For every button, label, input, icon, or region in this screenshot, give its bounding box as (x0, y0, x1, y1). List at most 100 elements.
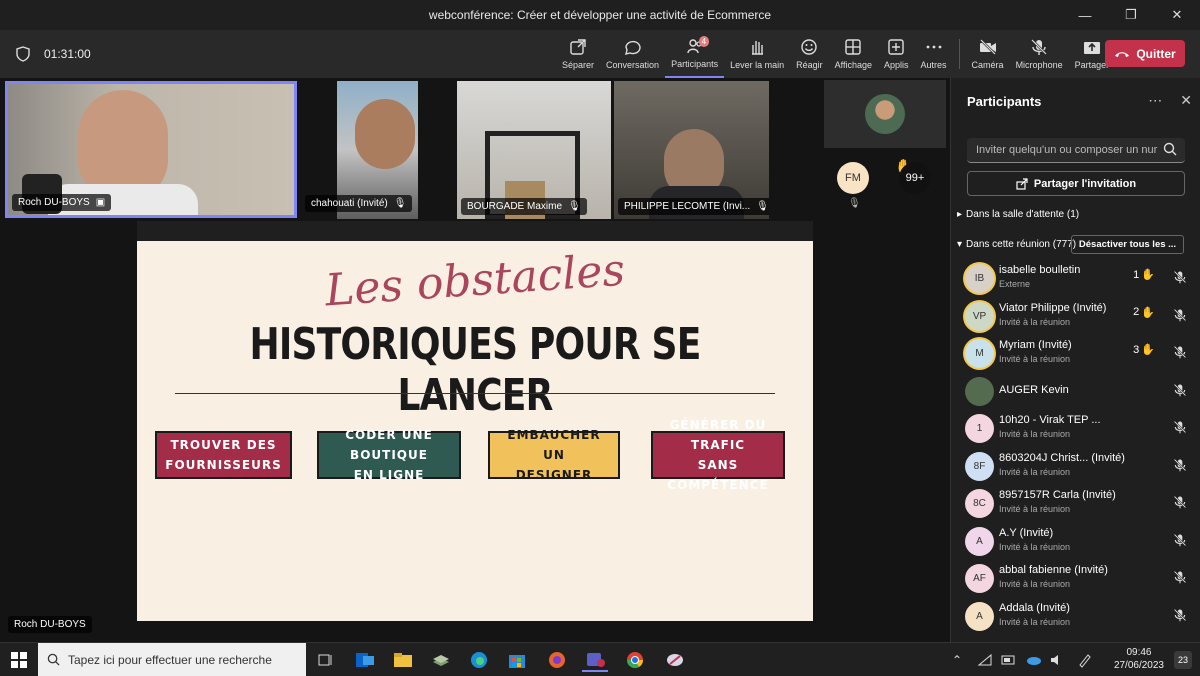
quit-button[interactable]: Quitter (1105, 40, 1185, 67)
participant-row[interactable]: 8F 8603204J Christ... (Invité) Invité à la… (963, 450, 1199, 484)
mic-off-icon[interactable] (1173, 458, 1187, 472)
battery-icon[interactable] (996, 647, 1022, 672)
hand-raised-indicator: 1 ✋ (1133, 268, 1155, 282)
snipping-tool-icon[interactable] (662, 647, 688, 672)
pen-icon[interactable] (1072, 647, 1098, 672)
chevron-down-icon: ▾ (957, 239, 963, 250)
maximize-button[interactable]: ❐ (1108, 0, 1154, 30)
participant-role: Invité à la réunion (999, 429, 1071, 439)
invite-input[interactable]: Inviter quelqu'un ou composer un nur (967, 138, 1185, 163)
smile-icon (801, 39, 818, 55)
waiting-section[interactable]: ▸ Dans la salle d'attente (1) (957, 209, 1079, 220)
teams-icon[interactable] (582, 647, 608, 672)
card-line: EMBAUCHER UN (507, 428, 601, 462)
more-options-icon[interactable]: ⋯ (1148, 92, 1162, 109)
avatar (865, 94, 905, 134)
windows-start-icon[interactable] (6, 647, 32, 672)
shared-slide: Les obstacles HISTORIQUES POUR SE LANCER… (137, 241, 813, 621)
toolbar-people-button[interactable]: 4 Participants (665, 30, 725, 78)
participant-row[interactable]: A A.Y (Invité) Invité à la réunion (963, 525, 1199, 559)
participant-row[interactable]: AUGER Kevin (963, 375, 1199, 409)
overflow-count[interactable]: 99+ (899, 162, 931, 194)
participant-row[interactable]: 8C 8957157R Carla (Invité) Invité à la réu… (963, 487, 1199, 521)
task-view-icon[interactable] (312, 647, 338, 672)
avatar: IB (965, 264, 994, 293)
mic-off-icon[interactable] (1173, 533, 1187, 547)
avatar: 8F (965, 451, 994, 481)
video-tile-lecomte[interactable]: PHILIPPE LECOMTE (Invi... 🎙 (614, 81, 769, 219)
video-tile-bourgade[interactable]: BOURGADE Maxime 🎙 (457, 81, 611, 219)
windows-taskbar: Tapez ici pour effectuer une recherche ⌃… (0, 642, 1200, 676)
hang-up-icon (1115, 51, 1130, 57)
mic-off-icon[interactable] (1173, 420, 1187, 434)
chevron-up-icon[interactable]: ⌃ (944, 647, 970, 672)
window-controls: — ❐ ✕ (1062, 0, 1200, 30)
taskbar-search[interactable]: Tapez ici pour effectuer une recherche (38, 643, 306, 676)
store-icon[interactable] (504, 647, 530, 672)
network-icon[interactable] (972, 647, 998, 672)
in-meeting-section[interactable]: ▾ Dans cette réunion (777) (957, 239, 1076, 250)
participant-row[interactable]: A Addala (Invité) Invité à la réunion (963, 600, 1199, 634)
file-explorer-icon[interactable] (390, 647, 416, 672)
participant-role: Invité à la réunion (999, 466, 1071, 477)
avatar: A (965, 526, 994, 556)
toolbar-smile-button[interactable]: Réagir (790, 30, 829, 78)
raise-hand-icon: ✋ (1141, 306, 1155, 319)
participant-role: Externe (999, 279, 1031, 289)
avatar-tile[interactable] (824, 80, 946, 148)
chrome-icon[interactable] (622, 647, 648, 672)
participant-role: Invité à la réunion (999, 616, 1071, 627)
camera-off-icon (979, 39, 996, 55)
chevron-right-icon: ▸ (957, 209, 963, 220)
toolbar-raise-hand-button[interactable]: Lever la main (724, 30, 790, 78)
stack-app-icon[interactable] (428, 647, 454, 672)
minimize-button[interactable]: — (1062, 0, 1108, 30)
edge-icon[interactable] (466, 647, 492, 672)
toolbar-popout-button[interactable]: Séparer (556, 30, 600, 78)
screen-share-icon: ▣ (95, 197, 106, 208)
video-tile-roch[interactable]: Roch DU-BOYS ▣ (5, 81, 297, 218)
taskbar-clock[interactable]: 09:46 27/06/2023 (1114, 646, 1164, 672)
outlook-icon[interactable] (352, 647, 378, 672)
mic-off-icon[interactable] (1173, 495, 1187, 509)
toolbar-plus-button[interactable]: Applis (878, 30, 915, 78)
mic-off-icon[interactable] (1173, 308, 1187, 322)
close-window-button[interactable]: ✕ (1154, 0, 1200, 30)
participant-name: A.Y (Invité) (999, 526, 1054, 539)
avatar (965, 376, 994, 406)
mic-off-icon[interactable] (1173, 345, 1187, 359)
participant-row[interactable]: AF abbal fabienne (Invité) Invité à la réu… (963, 562, 1199, 596)
share-invite-button[interactable]: Partager l'invitation (967, 171, 1185, 196)
mic-off-icon[interactable] (1173, 270, 1187, 284)
onedrive-icon[interactable] (1020, 647, 1046, 672)
mic-off-icon[interactable] (1173, 383, 1187, 397)
toolbar-more-button[interactable]: Autres (915, 30, 953, 78)
participant-row[interactable]: VP Viator Philippe (Invité) Invité à la ré… (963, 300, 1199, 334)
toolbar-mic-off-button[interactable]: Microphone (1010, 30, 1069, 78)
notification-badge[interactable]: 23 (1174, 651, 1192, 669)
firefox-icon[interactable] (544, 647, 570, 672)
toolbar-camera-off-button[interactable]: Caméra (966, 30, 1010, 78)
participant-role: Invité à la réunion (999, 579, 1071, 589)
mic-off-icon[interactable] (1173, 570, 1187, 584)
toolbar-label: Lever la main (730, 60, 785, 70)
toolbar-separator (958, 39, 960, 69)
toolbar-label: Microphone (1015, 60, 1063, 70)
avatar: M (965, 339, 994, 368)
slide-script-title: Les obstacles (323, 244, 627, 317)
toolbar-chat-button[interactable]: Conversation (600, 30, 665, 78)
speaker-icon[interactable] (1044, 647, 1070, 672)
mic-off-icon (1031, 39, 1047, 55)
participant-row[interactable]: M Myriam (Invité) Invité à la réunion 3 ✋ (963, 337, 1199, 371)
mute-all-button[interactable]: Désactiver tous les ... (1071, 235, 1184, 254)
mic-off-icon[interactable] (1173, 608, 1187, 622)
participant-role: Invité à la réunion (999, 316, 1071, 327)
participant-row[interactable]: 1 10h20 - Virak TEP ... Invité à la réunio… (963, 412, 1199, 446)
toolbar-grid-button[interactable]: Affichage (829, 30, 878, 78)
quit-label: Quitter (1136, 46, 1176, 61)
share-invite-label: Partager l'invitation (1033, 177, 1137, 190)
raise-hand-icon: ✋ (1141, 344, 1155, 356)
meeting-timer: 01:31:00 (16, 30, 91, 78)
participant-row[interactable]: IB isabelle boulletin Externe 1 ✋ (963, 262, 1199, 296)
close-icon[interactable]: ✕ (1180, 92, 1192, 109)
